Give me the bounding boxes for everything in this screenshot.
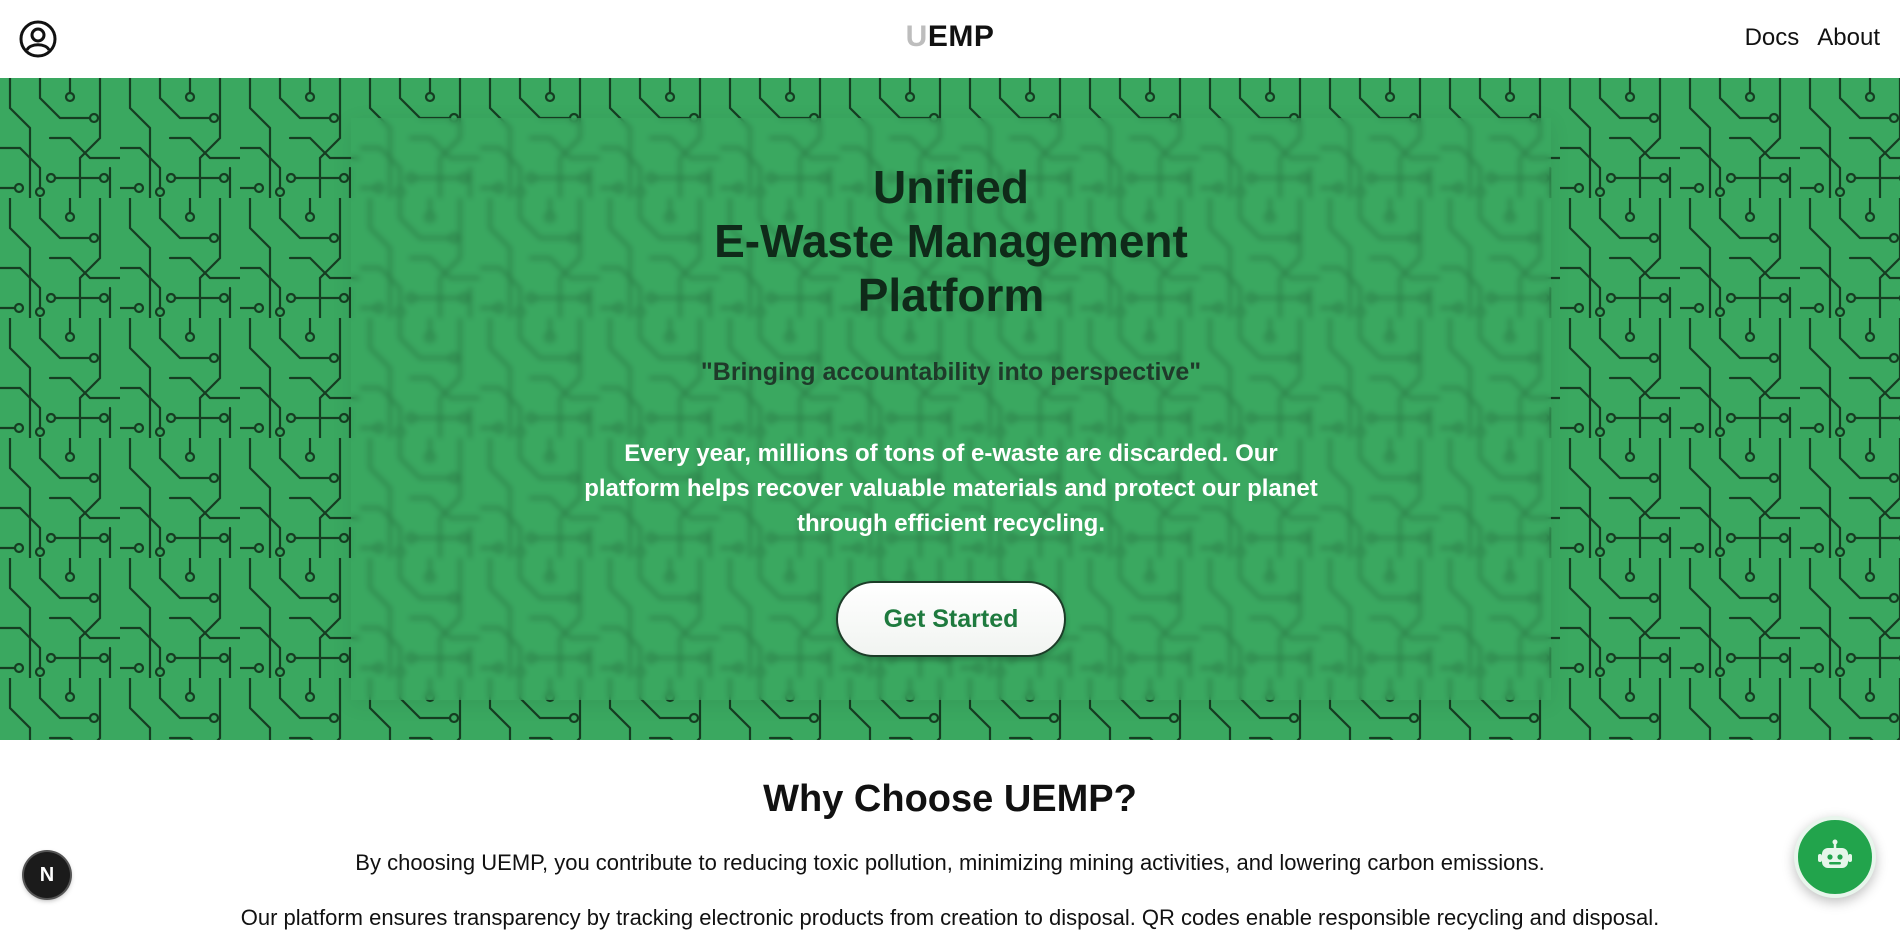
logo-letter-u: U — [905, 20, 928, 53]
hero-description: Every year, millions of tons of e-waste … — [584, 440, 1318, 537]
chatbot-button[interactable] — [1794, 816, 1876, 898]
hero-title: Unified E-Waste Management Platform — [351, 160, 1551, 322]
why-paragraph-2: Our platform ensures transparency by tra… — [240, 905, 1660, 930]
why-section-title: Why Choose UEMP? — [763, 778, 1137, 820]
hero-title-line-1: Unified — [873, 161, 1029, 213]
user-circle-icon — [19, 20, 57, 58]
logo-letters: EMP — [927, 20, 995, 53]
hero-title-line-3: Platform — [857, 269, 1045, 321]
hero-section: Unified E-Waste Management Platform "Bri… — [0, 78, 1900, 740]
dev-badge-label: N — [39, 863, 55, 886]
nav-docs-link[interactable]: Docs — [1745, 24, 1800, 52]
user-account-button[interactable] — [18, 19, 58, 59]
nav-about-link[interactable]: About — [1817, 24, 1880, 52]
hero-tagline: "Bringing accountability into perspectiv… — [700, 358, 1202, 386]
hero-card: Unified E-Waste Management Platform "Bri… — [351, 118, 1551, 700]
why-paragraph-1: By choosing UEMP, you contribute to redu… — [355, 850, 1545, 875]
dev-tools-badge[interactable]: N — [24, 852, 70, 898]
robot-icon — [1818, 839, 1852, 868]
site-header: UEMP Docs About — [0, 0, 1900, 78]
hero-title-line-2: E-Waste Management — [714, 215, 1188, 267]
get-started-button[interactable]: Get Started — [836, 581, 1066, 657]
site-logo: UEMP — [0, 20, 1900, 54]
top-nav: Docs About — [1745, 24, 1880, 52]
